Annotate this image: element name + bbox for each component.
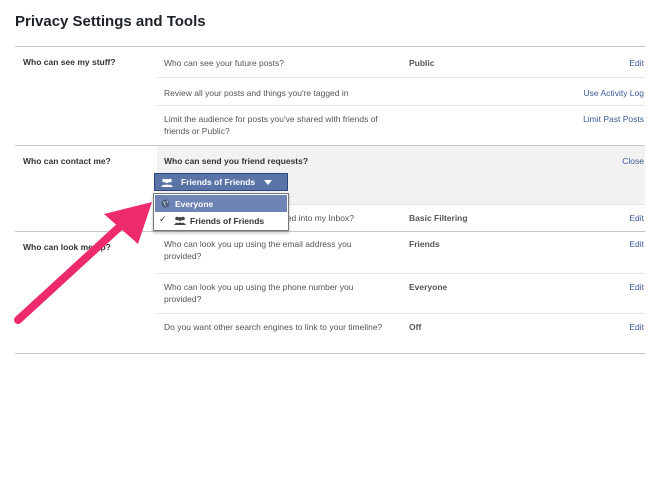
section-label: Who can see my stuff?: [23, 57, 116, 67]
settings-row: Who can look you up using the phone numb…: [157, 273, 645, 313]
audience-option-everyone[interactable]: Everyone: [155, 195, 287, 212]
chevron-down-icon: [264, 179, 273, 185]
audience-option-label: Friends of Friends: [190, 215, 265, 226]
edit-link[interactable]: Edit: [535, 321, 645, 333]
friends-of-friends-icon: [174, 216, 186, 225]
globe-icon: [161, 199, 170, 208]
settings-row: Who can look you up using the email addr…: [157, 232, 645, 273]
settings-row: Review all your posts and things you're …: [157, 77, 645, 105]
section-who-can-look-up: Who can look me up? Who can look you up …: [15, 232, 645, 354]
row-question: Who can look you up using the email addr…: [164, 239, 352, 261]
section-label: Who can contact me?: [23, 156, 111, 166]
row-question: Do you want other search engines to link…: [164, 322, 383, 332]
page-title: Privacy Settings and Tools: [15, 13, 206, 30]
limit-past-posts-link[interactable]: Limit Past Posts: [535, 113, 645, 125]
audience-dropdown-menu: Everyone ✓ Friends of Friends: [153, 193, 289, 231]
settings-row: Do you want other search engines to link…: [157, 313, 645, 353]
audience-selected-label: Friends of Friends: [181, 177, 256, 187]
section-who-can-contact: Who can contact me? Who can send you fri…: [15, 146, 645, 232]
section-label: Who can look me up?: [23, 242, 111, 252]
row-value: Everyone: [409, 282, 448, 292]
row-question: Limit the audience for posts you've shar…: [164, 114, 378, 136]
settings-row: Who can see your future posts? Public Ed…: [157, 47, 645, 77]
settings-row: Limit the audience for posts you've shar…: [157, 105, 645, 144]
row-value: Off: [409, 322, 422, 332]
row-value: Public: [409, 58, 435, 68]
row-question: Who can send you friend requests?: [164, 156, 309, 166]
row-value: Basic Filtering: [409, 213, 468, 223]
checkmark-icon: ✓: [159, 214, 167, 224]
edit-link[interactable]: Edit: [535, 238, 645, 250]
row-value: Friends: [409, 239, 440, 249]
edit-link[interactable]: Edit: [535, 212, 645, 224]
use-activity-log-link[interactable]: Use Activity Log: [535, 87, 645, 99]
close-link[interactable]: Close: [535, 155, 645, 167]
audience-selector-button[interactable]: Friends of Friends: [154, 173, 288, 191]
edit-link[interactable]: Edit: [535, 57, 645, 69]
friends-of-friends-icon: [161, 178, 173, 187]
row-question: Who can look you up using the phone numb…: [164, 282, 354, 304]
edit-link[interactable]: Edit: [535, 281, 645, 293]
section-who-can-see: Who can see my stuff? Who can see your f…: [15, 47, 645, 146]
row-question: Who can see your future posts?: [164, 58, 285, 68]
audience-option-label: Everyone: [175, 198, 214, 209]
row-question: Review all your posts and things you're …: [164, 88, 349, 98]
audience-option-friends-of-friends[interactable]: ✓ Friends of Friends: [154, 212, 288, 229]
privacy-settings-table: Who can see my stuff? Who can see your f…: [15, 46, 645, 354]
